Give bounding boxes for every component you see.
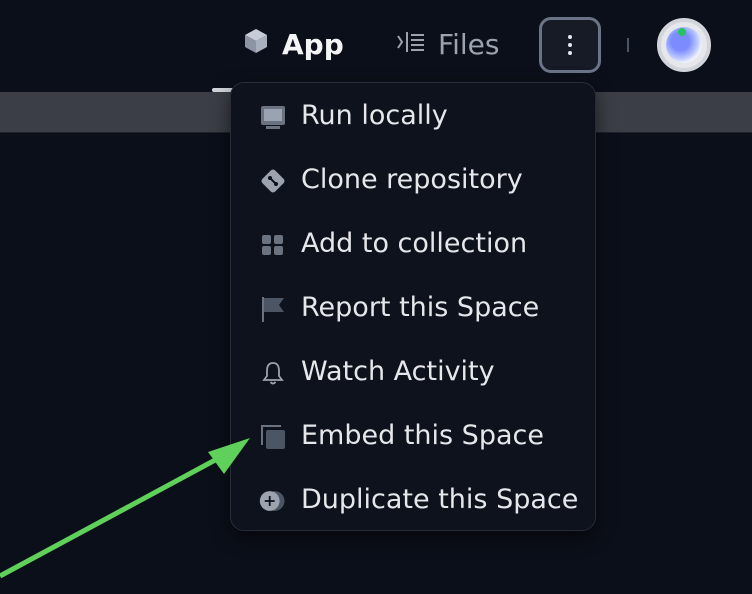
cube-icon [242,27,270,62]
tab-files[interactable]: Files [396,22,499,66]
duplicate-icon [259,487,287,515]
bell-icon [259,359,287,387]
menu-item-label: Add to collection [301,228,528,259]
more-options-menu: Run locally Clone repository Add to coll… [230,82,596,531]
tab-files-label: Files [438,27,500,61]
menu-item-label: Duplicate this Space [301,484,579,515]
menu-item-clone-repository[interactable]: Clone repository [231,149,595,213]
flag-icon [259,295,287,323]
more-options-button[interactable] [539,17,601,73]
menu-item-duplicate-space[interactable]: Duplicate this Space [231,469,595,533]
menu-item-label: Report this Space [301,292,540,323]
menu-item-embed-space[interactable]: Embed this Space [231,405,595,469]
menu-item-label: Run locally [301,100,448,131]
menu-item-add-to-collection[interactable]: Add to collection [231,213,595,277]
menu-item-label: Embed this Space [301,420,544,451]
app-window: App Files Run locally Clone repository A… [0,0,752,594]
kebab-menu-icon [568,35,572,55]
menu-item-watch-activity[interactable]: Watch Activity [231,341,595,405]
header-divider [627,38,629,52]
space-header: App Files [0,0,752,92]
files-icon [396,28,426,61]
menu-item-label: Clone repository [301,164,523,195]
user-avatar[interactable] [657,18,711,72]
tab-app[interactable]: App [242,22,344,66]
tab-app-label: App [282,27,344,61]
menu-item-report-space[interactable]: Report this Space [231,277,595,341]
menu-item-label: Watch Activity [301,356,495,387]
menu-item-run-locally[interactable]: Run locally [231,85,595,149]
embed-icon [259,423,287,451]
collection-icon [259,231,287,259]
git-icon [259,167,287,195]
terminal-icon [259,103,287,131]
